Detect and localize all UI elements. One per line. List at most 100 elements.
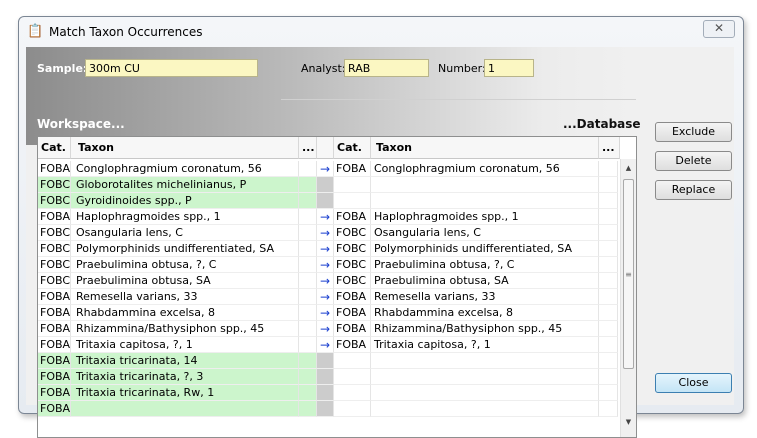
scroll-thumb[interactable]: ≡ — [623, 179, 634, 369]
replace-button[interactable]: Replace — [655, 180, 732, 200]
ws-more-cell — [299, 273, 317, 289]
ws-taxon-cell: Remesella varians, 33 — [71, 289, 299, 305]
ws-taxon-cell: Praebulimina obtusa, SA — [71, 273, 299, 289]
db-cat-cell: FOBA — [334, 305, 371, 321]
db-taxon-cell: Rhabdammina excelsa, 8 — [371, 305, 599, 321]
col-header-db-cat[interactable]: Cat. — [334, 137, 371, 159]
table-row[interactable]: FOBC Praebulimina obtusa, SA → FOBC Praebuli… — [38, 273, 618, 289]
number-field[interactable]: 1 — [484, 59, 534, 77]
table-row[interactable]: FOBA Remesella varians, 33 → FOBA Remesella … — [38, 289, 618, 305]
ws-more-cell — [299, 305, 317, 321]
app-icon: 📋 — [27, 24, 44, 39]
col-header-db-more[interactable]: ... — [599, 137, 620, 159]
table-row[interactable]: FOBA Haplophragmoides spp., 1 → FOBA Haploph… — [38, 209, 618, 225]
ws-more-cell — [299, 241, 317, 257]
grid-vertical-scrollbar[interactable]: ▲ ≡ ▼ — [620, 159, 636, 437]
ws-cat-cell: FOBC — [38, 177, 71, 193]
db-more-cell — [599, 225, 618, 241]
scroll-up-icon[interactable]: ▲ — [621, 161, 636, 175]
db-taxon-cell: Rhizammina/Bathysiphon spp., 45 — [371, 321, 599, 337]
table-row[interactable]: FOBA Tritaxia tricarinata, 14 — [38, 353, 618, 369]
ws-more-cell — [299, 289, 317, 305]
ws-more-cell — [299, 193, 317, 209]
ws-more-cell — [299, 225, 317, 241]
table-row[interactable]: FOBA Rhabdammina excelsa, 8 → FOBA Rhabdammi… — [38, 305, 618, 321]
db-taxon-cell: Tritaxia capitosa, ?, 1 — [371, 337, 599, 353]
col-header-ws-taxon[interactable]: Taxon — [71, 137, 299, 159]
match-arrow-icon: → — [317, 241, 334, 257]
scroll-down-icon[interactable]: ▼ — [621, 415, 636, 429]
ws-taxon-cell: Tritaxia capitosa, ?, 1 — [71, 337, 299, 353]
number-label: Number: — [438, 62, 486, 75]
db-more-cell — [599, 161, 618, 177]
close-button[interactable]: Close — [655, 373, 732, 393]
ws-taxon-cell: Rhizammina/Bathysiphon spp., 45 — [71, 321, 299, 337]
ws-more-cell — [299, 385, 317, 401]
table-row[interactable]: FOBC Gyroidinoides spp., P — [38, 193, 618, 209]
table-row[interactable]: FOBA — [38, 401, 618, 417]
exclude-button[interactable]: Exclude — [655, 122, 732, 142]
ws-more-cell — [299, 401, 317, 417]
db-more-cell — [599, 353, 618, 369]
ws-cat-cell: FOBA — [38, 209, 71, 225]
col-header-ws-more[interactable]: ... — [299, 137, 317, 159]
table-row[interactable]: FOBC Polymorphinids undifferentiated, SA →… — [38, 241, 618, 257]
analyst-field[interactable]: RAB — [344, 59, 429, 77]
ws-taxon-cell: Conglophragmium coronatum, 56 — [71, 161, 299, 177]
taxon-match-grid[interactable]: Cat. Taxon ... Cat. Taxon ... FOBA Conglo… — [37, 136, 637, 438]
db-more-cell — [599, 337, 618, 353]
ws-more-cell — [299, 161, 317, 177]
delete-button[interactable]: Delete — [655, 151, 732, 171]
db-cat-cell: FOBA — [334, 161, 371, 177]
db-cat-cell: FOBC — [334, 257, 371, 273]
table-row[interactable]: FOBA Tritaxia capitosa, ?, 1 → FOBA Tritaxia… — [38, 337, 618, 353]
col-header-match — [317, 137, 334, 159]
db-cat-cell — [334, 353, 371, 369]
window-title: Match Taxon Occurrences — [49, 25, 203, 39]
match-empty-cell — [317, 401, 334, 417]
ws-more-cell — [299, 257, 317, 273]
table-row[interactable]: FOBA Rhizammina/Bathysiphon spp., 45 → FOBA… — [38, 321, 618, 337]
ws-more-cell — [299, 337, 317, 353]
db-cat-cell: FOBA — [334, 209, 371, 225]
table-row[interactable]: FOBA Tritaxia tricarinata, Rw, 1 — [38, 385, 618, 401]
db-cat-cell — [334, 401, 371, 417]
ws-taxon-cell: Tritaxia tricarinata, ?, 3 — [71, 369, 299, 385]
table-row[interactable]: FOBC Praebulimina obtusa, ?, C → FOBC Praebu… — [38, 257, 618, 273]
ws-cat-cell: FOBA — [38, 161, 71, 177]
ws-taxon-cell: Haplophragmoides spp., 1 — [71, 209, 299, 225]
col-header-ws-cat[interactable]: Cat. — [38, 137, 71, 159]
table-row[interactable]: FOBC Globorotalites michelinianus, P — [38, 177, 618, 193]
db-more-cell — [599, 177, 618, 193]
db-cat-cell — [334, 369, 371, 385]
db-cat-cell: FOBC — [334, 241, 371, 257]
db-taxon-cell: Remesella varians, 33 — [371, 289, 599, 305]
match-arrow-icon: → — [317, 161, 334, 177]
match-empty-cell — [317, 385, 334, 401]
ws-cat-cell: FOBA — [38, 385, 71, 401]
ws-taxon-cell — [71, 401, 299, 417]
db-taxon-cell: Praebulimina obtusa, SA — [371, 273, 599, 289]
header-divider — [281, 99, 636, 100]
db-taxon-cell — [371, 369, 599, 385]
ws-cat-cell: FOBA — [38, 337, 71, 353]
db-cat-cell: FOBA — [334, 321, 371, 337]
ws-cat-cell: FOBA — [38, 305, 71, 321]
table-row[interactable]: FOBC Osangularia lens, C → FOBC Osangularia … — [38, 225, 618, 241]
dialog-body: Sample: 300m CU Analyst: RAB Number: 1 W… — [26, 47, 734, 438]
match-arrow-icon: → — [317, 289, 334, 305]
db-more-cell — [599, 305, 618, 321]
sample-field[interactable]: 300m CU — [85, 59, 258, 77]
ws-more-cell — [299, 321, 317, 337]
ws-cat-cell: FOBA — [38, 289, 71, 305]
table-row[interactable]: FOBA Tritaxia tricarinata, ?, 3 — [38, 369, 618, 385]
table-row[interactable]: FOBA Conglophragmium coronatum, 56 → FOBA Co… — [38, 161, 618, 177]
db-taxon-cell: Praebulimina obtusa, ?, C — [371, 257, 599, 273]
db-taxon-cell: Osangularia lens, C — [371, 225, 599, 241]
db-more-cell — [599, 209, 618, 225]
close-window-button[interactable]: ✕ — [703, 20, 735, 38]
analyst-label: Analyst: — [301, 62, 346, 75]
col-header-db-taxon[interactable]: Taxon — [371, 137, 599, 159]
ws-cat-cell: FOBC — [38, 257, 71, 273]
db-more-cell — [599, 401, 618, 417]
